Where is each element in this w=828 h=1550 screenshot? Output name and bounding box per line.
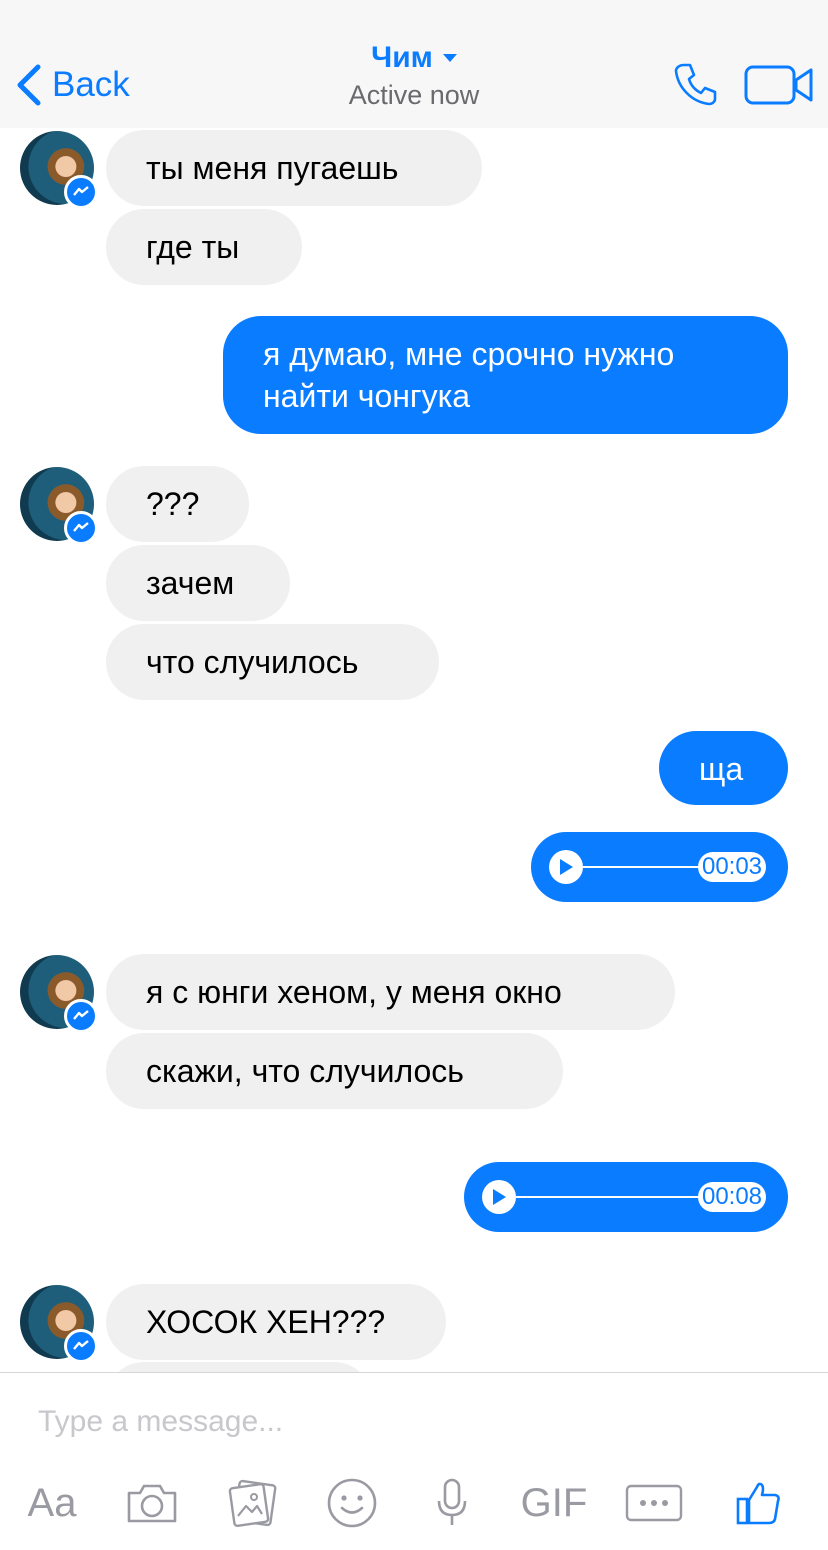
phone-icon[interactable] [672,60,720,108]
photo-gallery-button[interactable] [226,1477,280,1529]
text-format-button[interactable]: Aa [20,1477,84,1529]
contact-name-dropdown[interactable]: Чим [371,38,457,78]
photos-icon [228,1479,277,1527]
message-text: ??? [146,486,200,522]
emoji-button[interactable] [326,1477,378,1529]
outgoing-message[interactable]: я думаю, мне срочно нужно найти чонгука [223,316,788,434]
chevron-left-icon [17,64,41,106]
camera-icon [127,1484,177,1523]
contact-avatar[interactable] [20,1285,98,1363]
incoming-message-partial[interactable] [106,1362,372,1372]
play-button[interactable] [549,850,583,884]
message-composer: Aa GIF [0,1372,828,1550]
message-text: я с юнги хеном, у меня окно [146,974,562,1010]
video-camera-icon[interactable] [744,64,814,106]
messenger-badge-icon [64,175,98,209]
messenger-badge-icon [64,511,98,545]
back-button[interactable]: Back [14,60,130,110]
incoming-message[interactable]: где ты [106,209,302,285]
contact-avatar[interactable] [20,131,98,209]
incoming-message[interactable]: что случилось [106,624,439,700]
contact-name: Чим [371,41,433,74]
play-icon [560,859,573,875]
camera-button[interactable] [124,1477,180,1529]
message-text: скажи, что случилось [146,1053,464,1089]
message-text: ХОСОК ХЕН??? [146,1304,386,1340]
play-button[interactable] [482,1180,516,1214]
voice-record-button[interactable] [434,1477,470,1529]
play-icon [493,1189,506,1205]
message-text-line: я думаю, мне срочно нужно [263,336,675,372]
voice-duration: 00:08 [698,1182,766,1212]
more-dots-icon [625,1484,683,1522]
gif-label: GIF [520,1480,588,1525]
incoming-message[interactable]: зачем [106,545,290,621]
gif-button[interactable]: GIF [518,1477,590,1529]
incoming-message[interactable]: ты меня пугаешь [106,130,482,206]
message-text: зачем [146,565,235,601]
message-text-line: найти чонгука [263,378,471,414]
messenger-badge-icon [64,1329,98,1363]
caret-down-icon [442,54,457,62]
thumbs-up-icon [736,1482,780,1525]
voice-progress-track[interactable] [516,1196,701,1198]
back-label: Back [52,65,130,104]
message-text: что случилось [146,644,359,680]
incoming-message[interactable]: ??? [106,466,249,542]
smiley-icon [327,1478,377,1528]
message-text: где ты [146,229,240,265]
chat-header: Back Чим Active now [0,0,828,128]
microphone-icon [437,1478,467,1525]
more-options-button[interactable] [624,1477,684,1529]
voice-progress-track[interactable] [583,866,703,868]
voice-message[interactable]: 00:03 [531,832,788,902]
text-format-label: Aa [27,1480,77,1525]
contact-avatar[interactable] [20,955,98,1033]
incoming-message[interactable]: я с юнги хеном, у меня окно [106,954,675,1030]
contact-avatar[interactable] [20,467,98,545]
messenger-badge-icon [64,999,98,1033]
message-text: ща [699,751,744,787]
voice-message[interactable]: 00:08 [464,1162,788,1232]
message-list[interactable]: ты меня пугаешь где ты я думаю, мне сроч… [0,128,828,1372]
incoming-message[interactable]: скажи, что случилось [106,1033,563,1109]
voice-duration: 00:03 [698,852,766,882]
message-text: ты меня пугаешь [146,150,399,186]
incoming-message[interactable]: ХОСОК ХЕН??? [106,1284,446,1360]
outgoing-message[interactable]: ща [659,731,788,805]
message-input[interactable] [36,1401,780,1443]
like-button[interactable] [734,1477,784,1529]
